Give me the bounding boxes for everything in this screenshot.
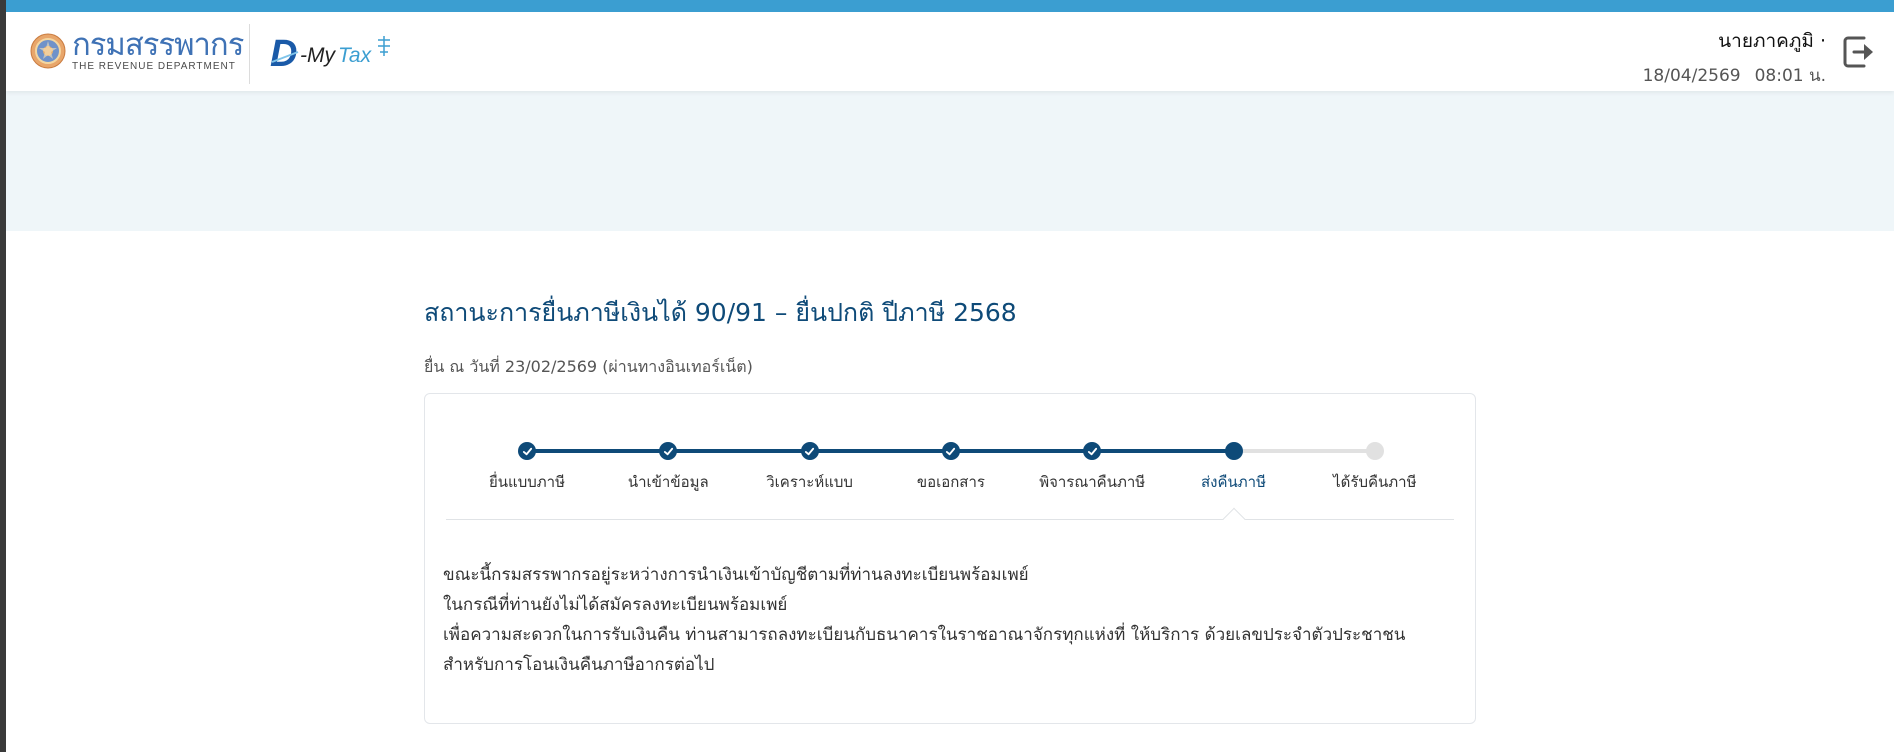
logo-divider (249, 24, 250, 84)
message-line-4: สำหรับการโอนเงินคืนภาษีอากรต่อไป (443, 655, 715, 675)
filing-date: ยื่น ณ วันที่ 23/02/2569 (ผ่านทางอินเทอร… (424, 357, 753, 376)
d-mytax-logo-my: -My (300, 44, 336, 67)
login-time: 08:01 น. (1754, 66, 1826, 86)
stepper-progress (527, 449, 1234, 453)
login-datetime: 18/04/2569 08:01 น. (1643, 62, 1826, 89)
check-icon (941, 442, 960, 460)
pending-step-dot (1365, 442, 1384, 460)
revenue-department-logo[interactable]: กรมสรรพากร THE REVENUE DEPARTMENT (30, 27, 244, 72)
login-date: 18/04/2569 (1642, 66, 1741, 86)
step-label: ได้รับคืนภาษี (1333, 473, 1417, 491)
status-stepper: ยื่นแบบภาษี นำเข้าข้อมูล วิเคราะห์แบบ ขอเอก… (446, 394, 1454, 531)
step-label: ยื่นแบบภาษี (489, 473, 565, 491)
status-message: ขณะนี้กรมสรรพากรอยู่ระหว่างการนำเงินเข้า… (425, 520, 1475, 680)
d-mytax-logo[interactable]: D -My Tax (268, 32, 408, 74)
message-line-2: ในกรณีที่ท่านยังไม่ได้สมัครลงทะเบียนพร้อ… (443, 595, 788, 615)
current-step-dot (1224, 442, 1243, 460)
revenue-department-subtitle: THE REVENUE DEPARTMENT (72, 61, 236, 72)
page-title: สถานะการยื่นภาษีเงินได้ 90/91 – ยื่นปกติ… (424, 298, 1017, 327)
step-label: นำเข้าข้อมูล (627, 473, 709, 491)
status-card: ยื่นแบบภาษี นำเข้าข้อมูล วิเคราะห์แบบ ขอเอก… (424, 393, 1476, 724)
logout-icon[interactable] (1840, 32, 1880, 72)
message-line-1: ขณะนี้กรมสรรพากรอยู่ระหว่างการนำเงินเข้า… (443, 565, 1029, 585)
main-content: สถานะการยื่นภาษีเงินได้ 90/91 – ยื่นปกติ… (424, 293, 1476, 724)
check-icon (1083, 442, 1102, 460)
revenue-seal-icon (30, 33, 66, 69)
step-label: วิเคราะห์แบบ (766, 473, 853, 491)
d-mytax-logo-tax: Tax (338, 44, 373, 67)
step-label: ขอเอกสาร (916, 473, 985, 491)
user-name: นายภาคภูมิ · (1718, 30, 1826, 52)
step-label: พิจารณาคืนภาษี (1039, 473, 1146, 491)
check-icon (800, 442, 819, 460)
check-icon (518, 442, 536, 460)
message-line-3: เพื่อความสะดวกในการรับเงินคืน ท่านสามารถ… (443, 625, 1406, 645)
check-icon (659, 442, 678, 460)
user-info: นายภาคภูมิ · 18/04/2569 08:01 น. (1643, 26, 1826, 89)
site-header: กรมสรรพากร THE REVENUE DEPARTMENT D -My … (6, 12, 1894, 91)
step-label: ส่งคืนภาษี (1201, 473, 1266, 491)
revenue-department-name: กรมสรรพากร (72, 27, 244, 63)
page-banner (6, 91, 1894, 231)
browser-frame: กรมสรรพากร THE REVENUE DEPARTMENT D -My … (6, 0, 1894, 752)
